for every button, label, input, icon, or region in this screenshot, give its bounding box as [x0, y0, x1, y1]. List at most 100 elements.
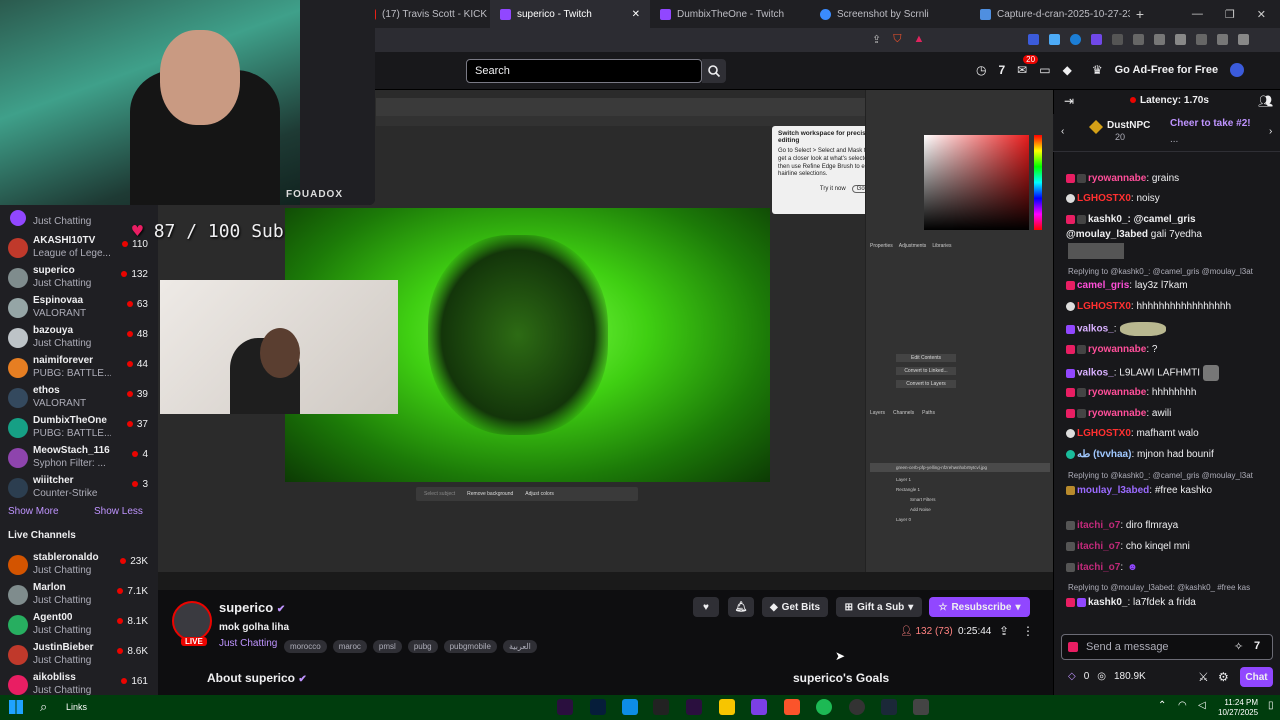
tag[interactable]: pubgmobile	[443, 640, 497, 653]
sidebar-live-agent00[interactable]: Agent00 Just Chatting 8.1K	[0, 610, 158, 640]
chat-username[interactable]: LGHOSTX0	[1077, 301, 1131, 312]
sidebar-channel-espinovaa[interactable]: Espinovaa VALORANT 63	[0, 293, 158, 323]
gift-sub-button[interactable]: ⊞ Gift a Sub ▾	[836, 597, 922, 617]
crown-icon[interactable]: ♛	[1092, 63, 1103, 77]
tab-capture[interactable]: Capture-d-cran-2025-10-27-231843	[970, 0, 1130, 28]
notifications-bell-button[interactable]: 🔔︎	[728, 597, 754, 617]
avatar[interactable]	[1230, 63, 1245, 77]
notification-center-icon[interactable]: ▯	[1268, 700, 1274, 711]
close-tab-icon[interactable]: ✕	[632, 9, 640, 20]
layer-row[interactable]: green-cerb-pfp-yelling-nfzrehwnhxbr9ytcv…	[870, 463, 1050, 472]
after-effects-icon[interactable]	[686, 699, 702, 715]
show-less-link[interactable]: Show Less	[94, 506, 143, 517]
taskbar-clock[interactable]: 11:24 PM 10/27/2025	[1218, 698, 1258, 717]
hue-slider[interactable]	[1034, 135, 1042, 230]
tag[interactable]: maroc	[332, 640, 367, 653]
share-icon[interactable]: ⇪	[999, 624, 1009, 638]
stream-category[interactable]: Just Chatting	[219, 638, 277, 649]
chevron-up-icon[interactable]: ⌃	[1158, 700, 1166, 711]
tab-dumbix[interactable]: DumbixTheOne - Twitch	[650, 0, 810, 28]
libraries-tab[interactable]: Libraries	[932, 243, 951, 249]
emote-picker-icon[interactable]: ✧	[1234, 640, 1243, 653]
select-subject-button[interactable]: Select subject	[424, 491, 455, 497]
chat-send-button[interactable]: Chat	[1240, 667, 1273, 687]
streamer-name[interactable]: superico ✔	[219, 600, 285, 615]
brave-shield-icon[interactable]: ⛉	[893, 33, 901, 46]
tag[interactable]: morocco	[284, 640, 327, 653]
chat-username[interactable]: camel_gris	[1077, 280, 1129, 291]
gear-icon[interactable]: ⚙	[1218, 670, 1229, 684]
wifi-icon[interactable]: ◠	[1178, 700, 1187, 711]
layer-row[interactable]: Layer 1	[870, 477, 1050, 482]
sidebar-live-marlon[interactable]: Marlon Just Chatting 7.1K	[0, 580, 158, 610]
chat-username[interactable]: ryowannabe	[1088, 173, 1146, 184]
tag[interactable]: pmsl	[372, 640, 402, 653]
chat-username[interactable]: kashk0_	[1088, 597, 1127, 608]
seventv-icon[interactable]: 7	[1254, 640, 1260, 652]
bits-icon[interactable]: ◆	[1063, 63, 1072, 77]
new-tab-button[interactable]: +	[1130, 6, 1150, 22]
sidebar-channel-dumbix[interactable]: DumbixTheOne PUBG: BATTLE... 37	[0, 413, 158, 443]
photoshop-icon[interactable]	[590, 699, 606, 715]
users-icon[interactable]: 👥︎	[1258, 94, 1273, 108]
channel-points[interactable]: ◇ 0 ◎ 180.9K	[1068, 671, 1146, 682]
remove-background-button[interactable]: Remove background	[467, 491, 513, 497]
windows-start-icon[interactable]	[9, 700, 23, 714]
tag[interactable]: العربية	[502, 640, 537, 653]
chat-username[interactable]: itachi_o7	[1077, 541, 1120, 552]
try-it-link[interactable]: Try it now	[820, 186, 846, 192]
chat-input[interactable]: Send a message ✧ 7	[1061, 634, 1273, 660]
sidebar-live-justinbieber[interactable]: JustinBieber Just Chatting 8.6K	[0, 640, 158, 670]
sidebar-icon[interactable]	[1175, 34, 1186, 45]
chat-username[interactable]: LGHOSTX0	[1077, 193, 1131, 204]
volume-icon[interactable]: ◁	[1198, 700, 1206, 711]
seventv-icon[interactable]: 7	[998, 63, 1005, 77]
chat-username[interactable]: ryowannabe	[1088, 344, 1146, 355]
vpn-icon[interactable]	[1217, 34, 1228, 45]
whispers-icon[interactable]: ▭	[1039, 63, 1050, 77]
layer-row[interactable]: Add Noise	[870, 507, 1050, 512]
obs-icon[interactable]	[849, 699, 865, 715]
chevron-left-icon[interactable]: ‹	[1061, 126, 1064, 137]
adjustments-tab[interactable]: Adjustments	[899, 243, 927, 249]
minimize-icon[interactable]: —	[1192, 8, 1203, 21]
color-picker[interactable]	[924, 135, 1029, 230]
chat-username[interactable]: moulay_l3abed	[1077, 485, 1149, 496]
share-icon[interactable]: ⇪	[872, 33, 881, 46]
extension-icon[interactable]	[1133, 34, 1144, 45]
followed-channel-avatar[interactable]	[10, 210, 26, 226]
menu-icon[interactable]	[1238, 34, 1249, 45]
ad-free-link[interactable]: Go Ad-Free for Free	[1115, 64, 1219, 76]
mod-icon[interactable]: ⚔	[1198, 670, 1209, 684]
steam-icon[interactable]	[881, 699, 897, 715]
extension-icon[interactable]	[1049, 34, 1060, 45]
edit-contents-button[interactable]: Edit Contents	[896, 354, 956, 362]
get-bits-button[interactable]: ◆ Get Bits	[762, 597, 828, 617]
layer-row[interactable]: Smart Filters	[870, 497, 1050, 502]
app-icon[interactable]	[751, 699, 767, 715]
reply-context[interactable]: Replying to @moulay_l3abed: @kashk0_ #fr…	[1068, 583, 1250, 592]
music-icon[interactable]	[1154, 34, 1165, 45]
collapse-chat-icon[interactable]: ⇥	[1064, 94, 1074, 108]
close-window-icon[interactable]: ✕	[1257, 8, 1266, 21]
tab-scrnli[interactable]: Screenshot by Scrnli	[810, 0, 970, 28]
follow-button[interactable]: ♥	[693, 597, 719, 617]
capcut-icon[interactable]	[653, 699, 669, 715]
chat-username[interactable]: itachi_o7	[1077, 520, 1120, 531]
file-explorer-icon[interactable]	[719, 699, 735, 715]
app-icon[interactable]	[913, 699, 929, 715]
premiere-icon[interactable]	[557, 699, 573, 715]
taskbar-search-label[interactable]: Links	[66, 702, 87, 712]
chat-username[interactable]: ryowannabe	[1088, 408, 1146, 419]
timer-icon[interactable]: ◷	[976, 63, 986, 77]
chat-username[interactable]: ryowannabe	[1088, 387, 1146, 398]
sidebar-live-stableronaldo[interactable]: stableronaldo Just Chatting 23K	[0, 550, 158, 580]
extension-icon[interactable]	[1070, 34, 1081, 45]
sidebar-channel-bazouya[interactable]: bazouya Just Chatting 48	[0, 323, 158, 353]
sidebar-channel-wiiitcher[interactable]: wiiitcher Counter-Strike 3	[0, 473, 158, 503]
sidebar-channel-superico[interactable]: superico Just Chatting 132	[0, 263, 158, 293]
convert-linked-button[interactable]: Convert to Linked...	[896, 367, 956, 375]
convert-layers-button[interactable]: Convert to Layers	[896, 380, 956, 388]
maximize-icon[interactable]: ❐	[1225, 8, 1235, 21]
brave-icon[interactable]	[784, 699, 800, 715]
